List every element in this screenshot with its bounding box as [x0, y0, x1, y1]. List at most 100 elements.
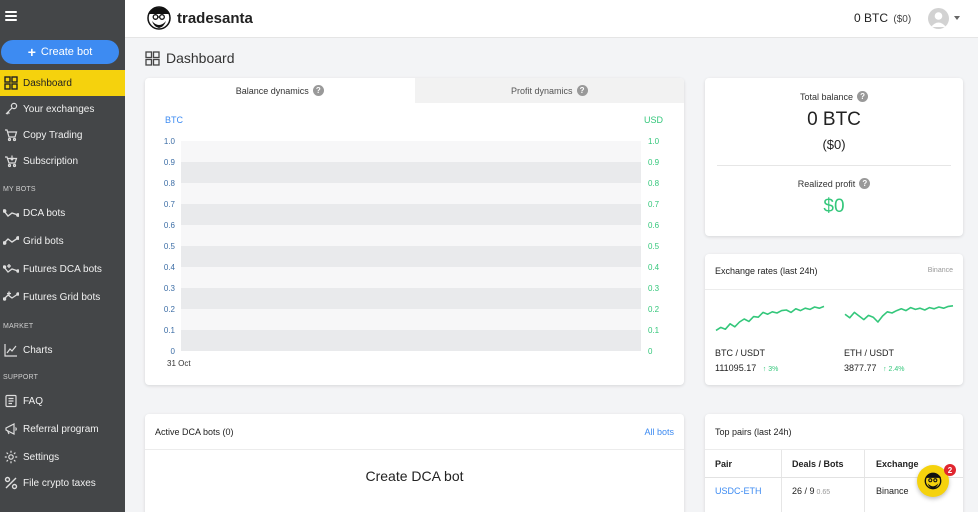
right-tick-label: 0.6 [648, 221, 660, 230]
total-balance-label-row: Total balance ? [705, 91, 963, 102]
sidebar-item-label: Settings [23, 451, 60, 463]
sidebar-item-label: Dashboard [23, 77, 72, 89]
btc-pair-label: BTC / USDT [715, 348, 766, 358]
sidebar-item-label: Copy Trading [23, 129, 83, 141]
right-tick-label: 0.8 [648, 179, 660, 188]
help-icon[interactable]: ? [859, 178, 871, 189]
left-tick-label: 0.9 [164, 158, 176, 167]
sidebar-item-label: Futures Grid bots [23, 291, 101, 303]
deals-bots-cell: 26 / 9 0.65 [792, 486, 830, 496]
menu-icon[interactable] [5, 11, 17, 21]
divider [145, 449, 684, 450]
dashboard-icon [145, 50, 160, 66]
exchange-rates-source: Binance [927, 267, 953, 274]
right-tick-label: 0.7 [648, 200, 660, 209]
divider [705, 449, 963, 450]
page-title: Dashboard [145, 50, 235, 66]
santa-logo-icon [924, 472, 942, 490]
left-tick-label: 0.8 [164, 179, 176, 188]
sidebar-item-copy-trading[interactable]: Copy Trading [0, 122, 125, 148]
sidebar-item-dashboard[interactable]: Dashboard [0, 70, 125, 96]
balance-chart-card: Balance dynamics ? Profit dynamics ? BTC… [145, 78, 684, 385]
help-icon[interactable]: ? [312, 85, 324, 96]
section-market: MARKET [3, 323, 34, 330]
section-my-bots: MY BOTS [3, 186, 36, 193]
tab-balance-dynamics[interactable]: Balance dynamics ? [145, 78, 415, 103]
exchange-cell: Binance [876, 486, 909, 496]
cart-icon [3, 127, 19, 143]
trend-icon [3, 233, 19, 249]
divider [705, 289, 963, 290]
chart-tabs: Balance dynamics ? Profit dynamics ? [145, 78, 684, 103]
tab-label: Balance dynamics [235, 85, 309, 96]
deals-ratio: 0.65 [816, 489, 831, 496]
sparkline-path [715, 305, 825, 332]
help-icon[interactable]: ? [857, 91, 869, 102]
btc-price: 111095.17 [715, 363, 757, 373]
right-tick-label: 0.9 [648, 158, 660, 167]
left-tick-label: 0.6 [164, 221, 176, 230]
chart-band [181, 330, 641, 351]
btc-change: ↑ 3% [763, 366, 779, 373]
page-title-text: Dashboard [166, 50, 235, 66]
sidebar-item-crypto-taxes[interactable]: File crypto taxes [0, 470, 125, 496]
sidebar-item-futures-dca-bots[interactable]: Futures DCA bots [0, 256, 125, 282]
right-tick-label: 1.0 [648, 137, 660, 146]
left-tick-label: 0.1 [164, 326, 176, 335]
sidebar-item-settings[interactable]: Settings [0, 444, 125, 470]
realized-profit-label: Realized profit [797, 178, 856, 189]
eth-pair-price-row: 3877.77 ↑ 2.4% [844, 363, 904, 373]
sidebar-item-label: Charts [23, 344, 53, 356]
realized-profit-label-row: Realized profit ? [705, 178, 963, 189]
santa-logo-icon [147, 6, 171, 30]
basket-icon [3, 153, 19, 169]
all-bots-link[interactable]: All bots [644, 427, 674, 437]
sidebar-item-futures-grid-bots[interactable]: Futures Grid bots [0, 284, 125, 310]
sidebar-item-faq[interactable]: FAQ [0, 388, 125, 414]
futures-trend-icon [3, 289, 19, 305]
right-tick-label: 0.5 [648, 242, 660, 251]
sidebar-item-label: Futures DCA bots [23, 263, 102, 275]
create-bot-label: Create bot [40, 46, 93, 58]
header-usd-balance: ($0) [893, 14, 912, 25]
left-unit-label: BTC [165, 115, 184, 125]
left-tick-label: 0.5 [164, 242, 176, 251]
btc-change-value: 3% [768, 366, 779, 373]
right-tick-label: 0.3 [648, 284, 660, 293]
column-divider [781, 450, 782, 512]
total-balance-label: Total balance [799, 91, 854, 102]
create-dca-bot-button[interactable]: Create DCA bot [145, 468, 684, 484]
arrow-up-icon: ↑ [883, 366, 887, 373]
total-balance-btc: 0 BTC [807, 109, 861, 130]
sidebar-item-referral[interactable]: Referral program [0, 416, 125, 442]
chart-band [181, 141, 641, 162]
pair-link[interactable]: USDC-ETH [715, 486, 762, 496]
exchange-rates-card: Exchange rates (last 24h) Binance BTC / … [705, 254, 963, 385]
column-header-pair: Pair [715, 459, 733, 469]
chart-band [181, 183, 641, 204]
eth-sparkline [844, 305, 954, 323]
brand-logo[interactable]: tradesanta [147, 5, 253, 31]
help-icon[interactable]: ? [576, 85, 588, 96]
sidebar-item-exchanges[interactable]: Your exchanges [0, 96, 125, 122]
exchange-rates-title: Exchange rates (last 24h) [715, 266, 818, 276]
sidebar-item-subscription[interactable]: Subscription [0, 148, 125, 174]
chart-band [181, 288, 641, 309]
brand-name: tradesanta [177, 9, 253, 27]
active-dca-bots-title: Active DCA bots (0) [155, 427, 234, 437]
sidebar-item-charts[interactable]: Charts [0, 337, 125, 363]
futures-trend-icon [3, 261, 19, 277]
sidebar-item-label: File crypto taxes [23, 477, 96, 489]
create-bot-button[interactable]: + Create bot [1, 40, 119, 64]
tab-label: Profit dynamics [510, 85, 573, 96]
chevron-down-icon[interactable] [954, 16, 960, 20]
divider [717, 165, 951, 166]
sidebar-item-dca-bots[interactable]: DCA bots [0, 200, 125, 226]
chart-band [181, 246, 641, 267]
left-tick-label: 0.2 [164, 305, 176, 314]
sidebar-item-grid-bots[interactable]: Grid bots [0, 228, 125, 254]
btc-sparkline [715, 305, 825, 332]
sidebar-item-label: Your exchanges [23, 103, 95, 115]
avatar[interactable] [928, 8, 949, 29]
tab-profit-dynamics[interactable]: Profit dynamics ? [414, 78, 684, 103]
